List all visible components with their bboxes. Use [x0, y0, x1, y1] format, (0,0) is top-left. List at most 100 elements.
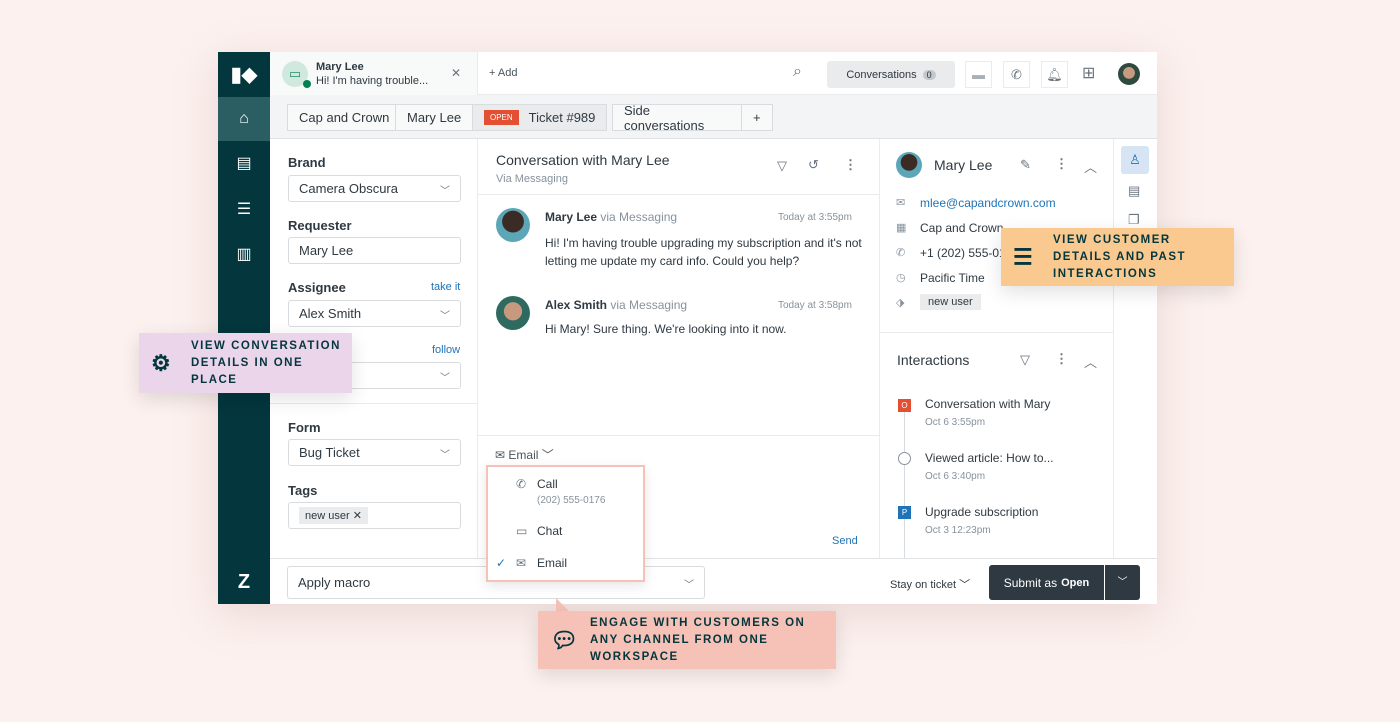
form-label: Form	[288, 420, 321, 435]
conversation-tab[interactable]: ▭ Mary Lee Hi! I'm having trouble... ✕	[270, 52, 478, 95]
reports-icon[interactable]: ▥	[218, 232, 270, 276]
send-button[interactable]: Send	[832, 535, 858, 547]
channel-select[interactable]: ✉ Email ﹀	[495, 446, 554, 463]
customer-tag: new user	[920, 294, 981, 310]
interaction-title[interactable]: Viewed article: How to...	[925, 451, 1054, 465]
tags-field[interactable]: new user ✕	[288, 502, 461, 529]
submit-button[interactable]: Submit as Open	[989, 565, 1104, 600]
interaction-time: Oct 3 12:23pm	[925, 525, 991, 536]
add-tab-button[interactable]: +	[741, 104, 773, 131]
assignee-value: Alex Smith	[299, 306, 362, 321]
customer-email[interactable]: mlee@capandcrown.com	[920, 196, 1056, 210]
chevron-up-icon[interactable]: ︿	[1084, 157, 1097, 176]
home-icon[interactable]: ⌂	[218, 97, 270, 141]
crumb-org[interactable]: Cap and Crown	[287, 104, 402, 131]
timeline-line	[904, 399, 905, 559]
ticket-open-icon: O	[898, 399, 911, 412]
assignee-select[interactable]: Alex Smith ﹀	[288, 300, 461, 327]
brand-label: Brand	[288, 155, 326, 170]
divider	[478, 194, 880, 195]
submit-options-button[interactable]: ﹀	[1105, 565, 1140, 600]
interaction-time: Oct 6 3:40pm	[925, 471, 986, 482]
sender-name: Mary Lee	[545, 210, 598, 224]
menu-item-chat[interactable]: Chat	[537, 524, 562, 538]
more-icon[interactable]: ⋮	[1055, 351, 1068, 367]
filter-icon[interactable]: ▽	[777, 158, 787, 174]
requester-field[interactable]: Mary Lee	[288, 237, 461, 264]
form-value: Bug Ticket	[299, 445, 360, 460]
chevron-down-icon: ﹀	[440, 186, 450, 197]
clock-icon: ◷	[896, 272, 906, 284]
crumb-user[interactable]: Mary Lee	[395, 104, 474, 131]
assignee-label: Assignee	[288, 280, 346, 295]
phone-icon[interactable]: ✆	[1003, 61, 1030, 88]
follow-link[interactable]: follow	[432, 344, 460, 356]
ticket-label: Ticket #989	[528, 110, 596, 125]
interaction-title[interactable]: Conversation with Mary	[925, 397, 1050, 411]
conversation-title: Conversation with Mary Lee	[496, 152, 670, 168]
macro-label: Apply macro	[298, 575, 371, 590]
menu-item-call[interactable]: Call	[537, 477, 558, 491]
edit-icon[interactable]: ✎	[1020, 157, 1031, 173]
ticket-pending-icon: P	[898, 506, 911, 519]
message-time: Today at 3:55pm	[778, 212, 852, 223]
sender-via: via Messaging	[610, 298, 688, 312]
close-icon[interactable]: ✕	[451, 66, 461, 80]
bell-icon[interactable]: 🔔︎	[1041, 61, 1068, 88]
online-dot	[303, 80, 311, 88]
knowledge-icon[interactable]: ▤	[1128, 183, 1140, 199]
requester-label: Requester	[288, 218, 352, 233]
form-select[interactable]: Bug Ticket ﹀	[288, 439, 461, 466]
customer-timezone: Pacific Time	[920, 271, 985, 285]
take-it-link[interactable]: take it	[431, 281, 460, 293]
callout-text: VIEW CONVERSATION DETAILS IN ONE PLACE	[191, 339, 341, 386]
tab-preview: Hi! I'm having trouble...	[316, 75, 429, 87]
interaction-title[interactable]: Upgrade subscription	[925, 505, 1038, 519]
inbox-icon[interactable]: ▤	[218, 141, 270, 185]
divider	[270, 403, 478, 404]
customer-context-icon[interactable]: ♙	[1121, 146, 1149, 174]
sender-via: via Messaging	[600, 210, 678, 224]
zendesk-logo-icon: ▮◆	[230, 64, 258, 86]
callout-channel: 💬︎ ENGAGE WITH CUSTOMERS ON ANY CHANNEL F…	[538, 611, 836, 669]
message-text: Hi Mary! Sure thing. We're looking into …	[545, 322, 787, 336]
history-icon[interactable]: ↺	[808, 157, 819, 173]
more-icon[interactable]: ⋮	[844, 157, 857, 173]
message-text: Hi! I'm having trouble upgrading my subs…	[545, 236, 862, 268]
callout-pointer	[556, 598, 570, 612]
email-icon: ✉	[896, 197, 906, 209]
chevron-up-icon[interactable]: ︿	[1084, 352, 1097, 371]
tag-icon: ⬗	[896, 297, 905, 309]
more-icon[interactable]: ⋮	[1055, 156, 1068, 172]
messaging-icon[interactable]: ▬	[965, 61, 992, 88]
alex-avatar	[496, 296, 530, 330]
callout-customer: ☰ VIEW CUSTOMER DETAILS AND PAST INTERACT…	[1001, 228, 1234, 286]
conversations-count: 0	[922, 69, 936, 80]
mary-avatar	[496, 208, 530, 242]
interaction-time: Oct 6 3:55pm	[925, 417, 986, 428]
brand-select[interactable]: Camera Obscura ﹀	[288, 175, 461, 202]
filter-icon[interactable]: ▽	[1020, 352, 1030, 368]
message-time: Today at 3:58pm	[778, 300, 852, 311]
apps-grid-icon[interactable]: ⊞	[1082, 63, 1095, 83]
add-button[interactable]: + Add	[489, 67, 517, 79]
sender-name: Alex Smith	[545, 298, 608, 312]
search-icon[interactable]: ⌕	[793, 63, 802, 81]
callout-conversation: ⚙ VIEW CONVERSATION DETAILS IN ONE PLACE	[139, 333, 352, 393]
breadcrumb: Cap and Crown Mary Lee OPEN Ticket #989 …	[270, 95, 1157, 139]
customer-panel: Mary Lee ✎ ⋮ ︿ ✉ mlee@capandcrown.com ▦ …	[880, 139, 1114, 559]
crumb-side-conversations[interactable]: Side conversations	[612, 103, 742, 133]
submit-label: Submit as	[1003, 575, 1058, 590]
menu-item-email[interactable]: Email	[537, 556, 567, 570]
crumb-ticket[interactable]: OPEN Ticket #989	[472, 104, 608, 131]
side-conversations-icon[interactable]: ❐	[1128, 212, 1140, 228]
stay-on-ticket-select[interactable]: Stay on ticket ﹀	[890, 576, 970, 592]
customer-avatar	[896, 152, 922, 178]
tag-chip: new user ✕	[299, 507, 368, 524]
zendesk-z-icon[interactable]: Z	[218, 560, 270, 604]
conversations-button[interactable]: Conversations 0	[827, 61, 955, 88]
conversation-via: Via Messaging	[496, 173, 568, 185]
customers-icon[interactable]: ☰	[218, 187, 270, 231]
check-icon: ✓	[496, 556, 507, 570]
user-avatar[interactable]	[1118, 63, 1140, 85]
